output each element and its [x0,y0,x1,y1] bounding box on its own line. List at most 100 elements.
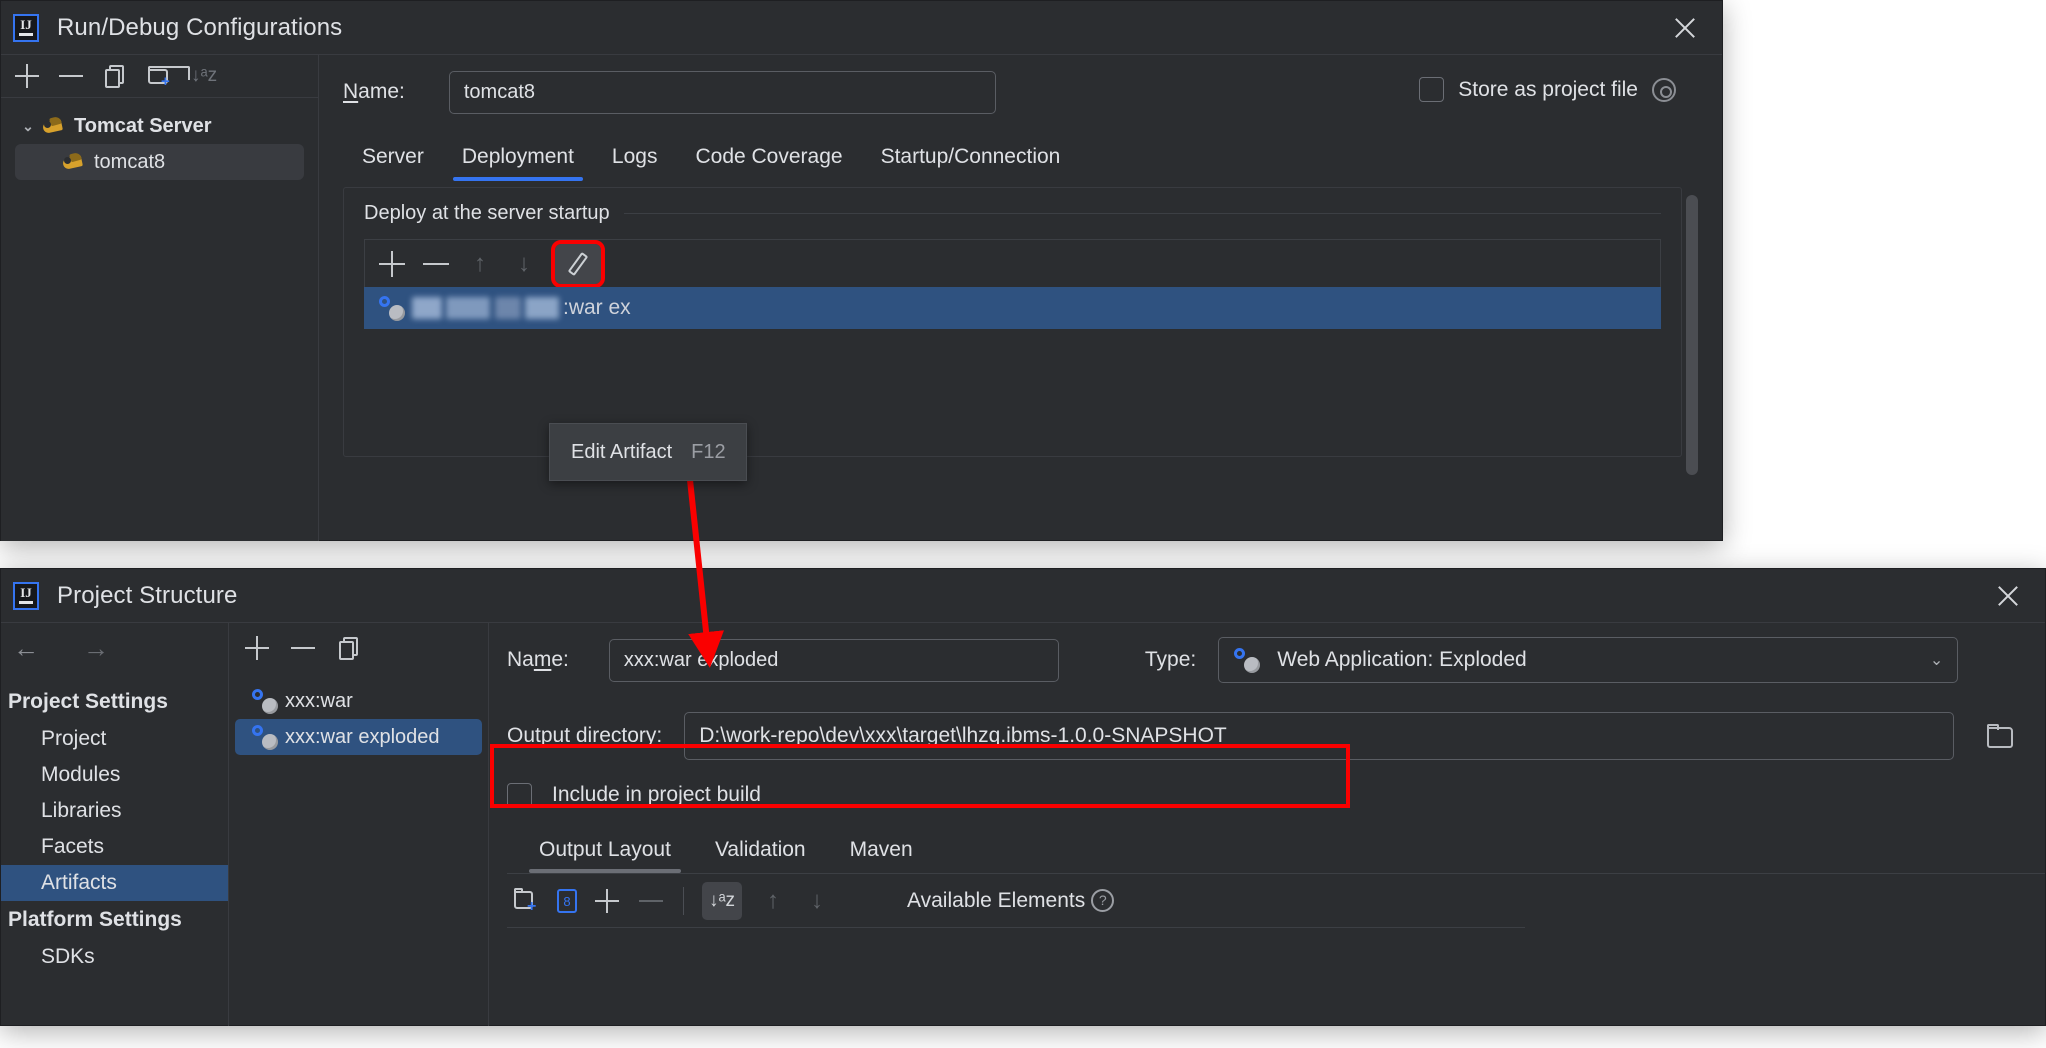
edit-artifact-button[interactable] [551,239,605,288]
new-folder-button[interactable]: + [147,64,190,90]
create-directory-button[interactable]: + [513,887,539,914]
artifact-editor-panel: Name: xxx:war exploded Type: Web Applica… [489,623,2045,1026]
configurations-tree-panel: + ↓ᵃz ⌄ Tomcat Server tomcat8 [1,55,319,541]
nav-header-platform-settings: Platform Settings [8,908,182,931]
store-as-project-file-checkbox[interactable] [1419,77,1445,102]
project-structure-window: IJ Project Structure ← → Project Setting… [0,568,2046,1026]
vertical-scrollbar[interactable] [1686,195,1698,475]
run-debug-configurations-window: IJ Run/Debug Configurations + ↓ᵃz ⌄ Tomc… [0,0,1723,541]
remove-artifact-button[interactable] [291,636,315,660]
tree-group-tomcat-server[interactable]: ⌄ Tomcat Server [1,108,318,144]
redacted-text-block [525,297,559,319]
folder-plus-icon-plus: + [161,73,170,90]
artifact-name-type-row: Name: xxx:war exploded Type: Web Applica… [507,623,2045,697]
artifacts-list-toolbar [229,623,488,673]
output-directory-label: Output directory: [507,724,663,747]
chevron-down-icon: ⌄ [1929,652,1944,669]
add-artifact-button[interactable] [379,250,405,277]
intellij-logo-text: IJ [20,585,32,601]
artifact-type-label: Type: [1144,648,1197,671]
artifact-name-label: Name: [507,648,569,671]
sort-configurations-button[interactable]: ↓ᵃz [191,64,217,88]
copy-configuration-button[interactable] [103,64,127,88]
arrow-right-icon[interactable]: → [83,633,109,664]
output-directory-input[interactable]: D:\work-repo\dev\xxx\target\lhzq.ibms-1.… [684,712,1955,760]
nav-item-facets[interactable]: Facets [1,829,228,865]
toolbar-divider [683,886,684,915]
tree-item-label: tomcat8 [94,150,166,173]
redacted-text-block [446,297,490,319]
nav-item-sdks[interactable]: SDKs [1,939,228,975]
deployed-artifact-row[interactable]: :war ex [364,287,1661,329]
screenshot-stage: IJ Run/Debug Configurations + ↓ᵃz ⌄ Tomc… [0,0,2046,1048]
deployment-panel: Deploy at the server startup ↑ ↓:war ex [343,187,1682,457]
nav-item-modules[interactable]: Modules [1,757,228,793]
intellij-logo-icon: IJ [13,581,39,610]
tab-server[interactable]: Server [343,145,443,181]
available-elements-header: Available Elements ? [907,888,1115,913]
tooltip-label: Edit Artifact [571,440,673,463]
artifact-icon [1233,647,1261,673]
add-copy-of-button[interactable] [595,888,621,914]
artifact-name-input[interactable]: xxx:war exploded [608,638,1059,682]
nav-header-project-settings: Project Settings [8,690,168,713]
artifact-icon [251,724,279,750]
store-as-project-file-label: Store as project file [1458,77,1638,101]
artifact-sub-tabs: Output Layout Validation Maven [507,823,2045,873]
run-window-titlebar: IJ Run/Debug Configurations [1,1,1722,55]
nav-item-project[interactable]: Project [1,721,228,757]
sort-elements-button[interactable]: ↓ᵃz [702,881,742,920]
redacted-text-block [412,297,442,319]
add-artifact-button[interactable] [245,636,269,660]
move-element-down-button[interactable]: ↓ [804,887,830,914]
tab-output-layout[interactable]: Output Layout [517,838,693,873]
question-mark-icon[interactable]: ? [1091,889,1115,912]
nav-item-libraries[interactable]: Libraries [1,793,228,829]
add-configuration-button[interactable] [15,64,39,88]
list-item-label: xxx:war [285,689,353,712]
tree-item-tomcat8[interactable]: tomcat8 [15,144,304,180]
list-item-xxx-war-exploded[interactable]: xxx:war exploded [235,719,482,755]
redacted-text-block [495,297,521,319]
configurations-toolbar: + ↓ᵃz [1,55,318,98]
project-structure-titlebar: IJ Project Structure [1,569,2045,623]
artifact-label: :war ex [563,296,631,319]
tab-maven[interactable]: Maven [828,838,935,873]
name-label: Name: [343,80,405,103]
available-elements-label: Available Elements [907,888,1086,912]
copy-artifact-button[interactable] [337,636,361,660]
move-element-up-button[interactable]: ↑ [760,887,786,914]
list-item-xxx-war[interactable]: xxx:war [235,683,482,719]
navigation-history-toolbar: ← → [1,623,228,673]
deploy-section-label: Deploy at the server startup [364,202,610,224]
folder-icon[interactable] [1987,724,2015,748]
run-window-body: + ↓ᵃz ⌄ Tomcat Server tomcat8 Name: tomc… [1,55,1722,541]
tree-group-label: Tomcat Server [74,114,212,137]
remove-configuration-button[interactable] [59,64,83,88]
tab-deployment[interactable]: Deployment [443,145,593,181]
chevron-down-icon[interactable]: ⌄ [15,118,41,135]
artifact-type-select[interactable]: Web Application: Exploded ⌄ [1218,637,1959,683]
configuration-name-input[interactable]: tomcat8 [448,70,996,114]
remove-artifact-button[interactable] [423,251,449,277]
close-icon[interactable] [1993,581,2023,611]
close-icon[interactable] [1670,13,1700,43]
settings-navigation-panel: ← → Project Settings Project Modules Lib… [1,623,229,1026]
tab-startup-connection[interactable]: Startup/Connection [862,145,1080,181]
include-in-project-build-checkbox[interactable] [507,782,532,808]
tomcat-icon [41,115,65,136]
project-structure-title: Project Structure [57,581,238,609]
remove-element-button[interactable] [639,888,665,914]
section-divider [623,213,1661,214]
run-window-title: Run/Debug Configurations [57,13,343,41]
nav-item-artifacts[interactable]: Artifacts [1,865,228,901]
move-up-button[interactable]: ↑ [467,250,493,277]
configurations-tree: ⌄ Tomcat Server tomcat8 [1,98,318,180]
gear-icon[interactable] [1652,77,1676,102]
create-archive-button[interactable]: 8 [557,888,577,913]
arrow-left-icon[interactable]: ← [13,633,39,664]
tab-code-coverage[interactable]: Code Coverage [676,145,861,181]
move-down-button[interactable]: ↓ [511,250,537,277]
tab-logs[interactable]: Logs [593,145,677,181]
tab-validation[interactable]: Validation [693,838,828,873]
